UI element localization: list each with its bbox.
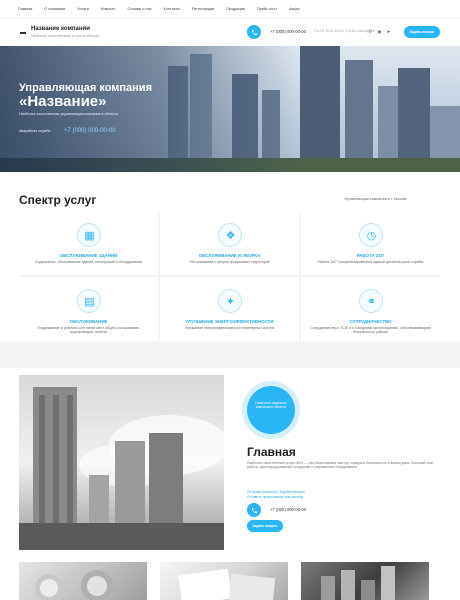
service-text: Поддержание в рабочем состоянии мест общ… — [37, 326, 140, 335]
service-title: Работа 24/7 — [356, 253, 385, 258]
nav-item-products[interactable]: Продукция — [226, 7, 245, 11]
nav-item-registration[interactable]: Регистрация — [192, 7, 214, 11]
menu-dash-icon[interactable] — [20, 32, 26, 34]
clock-icon: ◷ — [358, 223, 383, 247]
coins-image — [321, 566, 395, 600]
service-text: Обслуживание и уборка придомовых террито… — [189, 260, 270, 264]
about-question-button[interactable]: Задать вопрос — [247, 520, 283, 532]
nav-item-services[interactable]: Услуги — [77, 7, 89, 11]
hero-description: Наиболее качественная управляющая компан… — [19, 112, 118, 116]
service-card[interactable]: ▦ Обслуживание зданий Содержание, обслуж… — [19, 211, 158, 275]
nav-item-promotions[interactable]: Акции — [289, 7, 300, 11]
service-text: Содержание, обслуживание зданий, констру… — [35, 260, 142, 264]
company-name[interactable]: Название компании — [31, 26, 90, 32]
nav-item-contacts[interactable]: Контакты — [164, 7, 180, 11]
service-title: Обслуживание — [69, 319, 108, 324]
news-thumbnail-documents[interactable] — [160, 562, 288, 600]
phone-icon — [251, 29, 257, 35]
news-thumbnail-coins[interactable] — [301, 562, 429, 600]
building-icon: ▦ — [76, 223, 101, 247]
service-card[interactable]: ✦ Улучшение энергоэффективности Улучшени… — [160, 277, 299, 341]
emergency-phone[interactable]: +7 (000) 000-00-00 — [64, 128, 116, 134]
nav-item-home[interactable]: Главная — [18, 7, 32, 11]
water-meter-image — [35, 570, 113, 600]
feedback-link[interactable]: Оставить предложение или жалобу — [247, 495, 303, 499]
section-divider — [0, 341, 460, 368]
nav-item-reviews[interactable]: Отзывы о нас — [128, 7, 152, 11]
working-hours: Пн-Пт 9:00-18:00, Сб-Вс выходной — [314, 29, 375, 33]
nav-item-price-list[interactable]: Прайс-лист — [257, 7, 277, 11]
services-title: Спектр услуг — [19, 193, 97, 207]
building-photo — [19, 375, 224, 550]
nav-item-news[interactable]: Новости — [101, 7, 116, 11]
service-card[interactable]: ❖ Обслуживание и уборка Обслуживание и у… — [160, 211, 299, 275]
hero-banner: Управляющая компания «Название» Наиболее… — [0, 46, 460, 172]
service-card[interactable]: ▤ Обслуживание Поддержание в рабочем сос… — [19, 277, 158, 341]
service-text: Сотрудничество с ТСЖ и с соседними орган… — [310, 326, 431, 335]
about-text: Наиболее качественные услуги ЖКХ — мы об… — [247, 461, 434, 470]
header-phone[interactable]: +7 (000) 000-00-00 — [270, 29, 306, 34]
phone-icon — [251, 507, 257, 513]
services-note: Управляющая компания в г. Москве — [344, 197, 407, 201]
call-button[interactable] — [247, 25, 261, 39]
documents-image — [178, 568, 276, 600]
hero-title-line2: «Название» — [19, 93, 107, 110]
service-title: Обслуживание зданий — [59, 253, 118, 258]
ask-question-button[interactable]: Задать вопрос — [404, 26, 440, 38]
about-phone[interactable]: +7 (000) 000-00-00 — [270, 507, 306, 512]
about-call-button[interactable] — [247, 503, 261, 517]
cleaning-icon: ❖ — [217, 223, 242, 247]
company-badge: Наиболее надежная компания в области — [247, 386, 295, 434]
service-text: Работа 24/7 специализированной единой ди… — [317, 260, 424, 264]
service-card[interactable]: ◷ Работа 24/7 Работа 24/7 специализирова… — [301, 211, 440, 275]
document-icon: ▤ — [76, 289, 101, 313]
about-title: Главная — [247, 445, 296, 459]
news-thumbnail-meters[interactable] — [19, 562, 147, 600]
emergency-label: Аварийная служба — [19, 129, 51, 133]
energy-icon: ✦ — [217, 289, 242, 313]
ok-icon[interactable]: ◉ — [377, 29, 382, 34]
company-tagline: Наиболее качественные услуги в области — [31, 34, 100, 38]
top-navigation: Главная О компании Услуги Новости Отзывы… — [0, 0, 460, 18]
service-card[interactable]: ⚭ Сотрудничество Сотрудничество с ТСЖ и … — [301, 277, 440, 341]
service-title: Улучшение энергоэффективности — [185, 319, 274, 324]
services-grid: ▦ Обслуживание зданий Содержание, обслуж… — [19, 211, 440, 341]
badge-text: Наиболее надежная компания в области — [255, 401, 287, 410]
service-text: Улучшение энергоэффективности инженерных… — [184, 326, 275, 330]
nav-item-about[interactable]: О компании — [44, 7, 65, 11]
service-title: Обслуживание и уборка — [198, 253, 261, 258]
ask-question-link[interactable]: Остались вопросы? Задайте вопрос! — [247, 490, 305, 494]
vk-icon[interactable]: ᐯ — [368, 29, 373, 34]
telegram-icon[interactable]: ➤ — [386, 29, 391, 34]
service-title: Сотрудничество — [349, 319, 392, 324]
site-header: Название компании Наиболее качественные … — [0, 18, 460, 46]
handshake-icon: ⚭ — [358, 289, 383, 313]
grayscale-towers-image — [19, 387, 224, 550]
